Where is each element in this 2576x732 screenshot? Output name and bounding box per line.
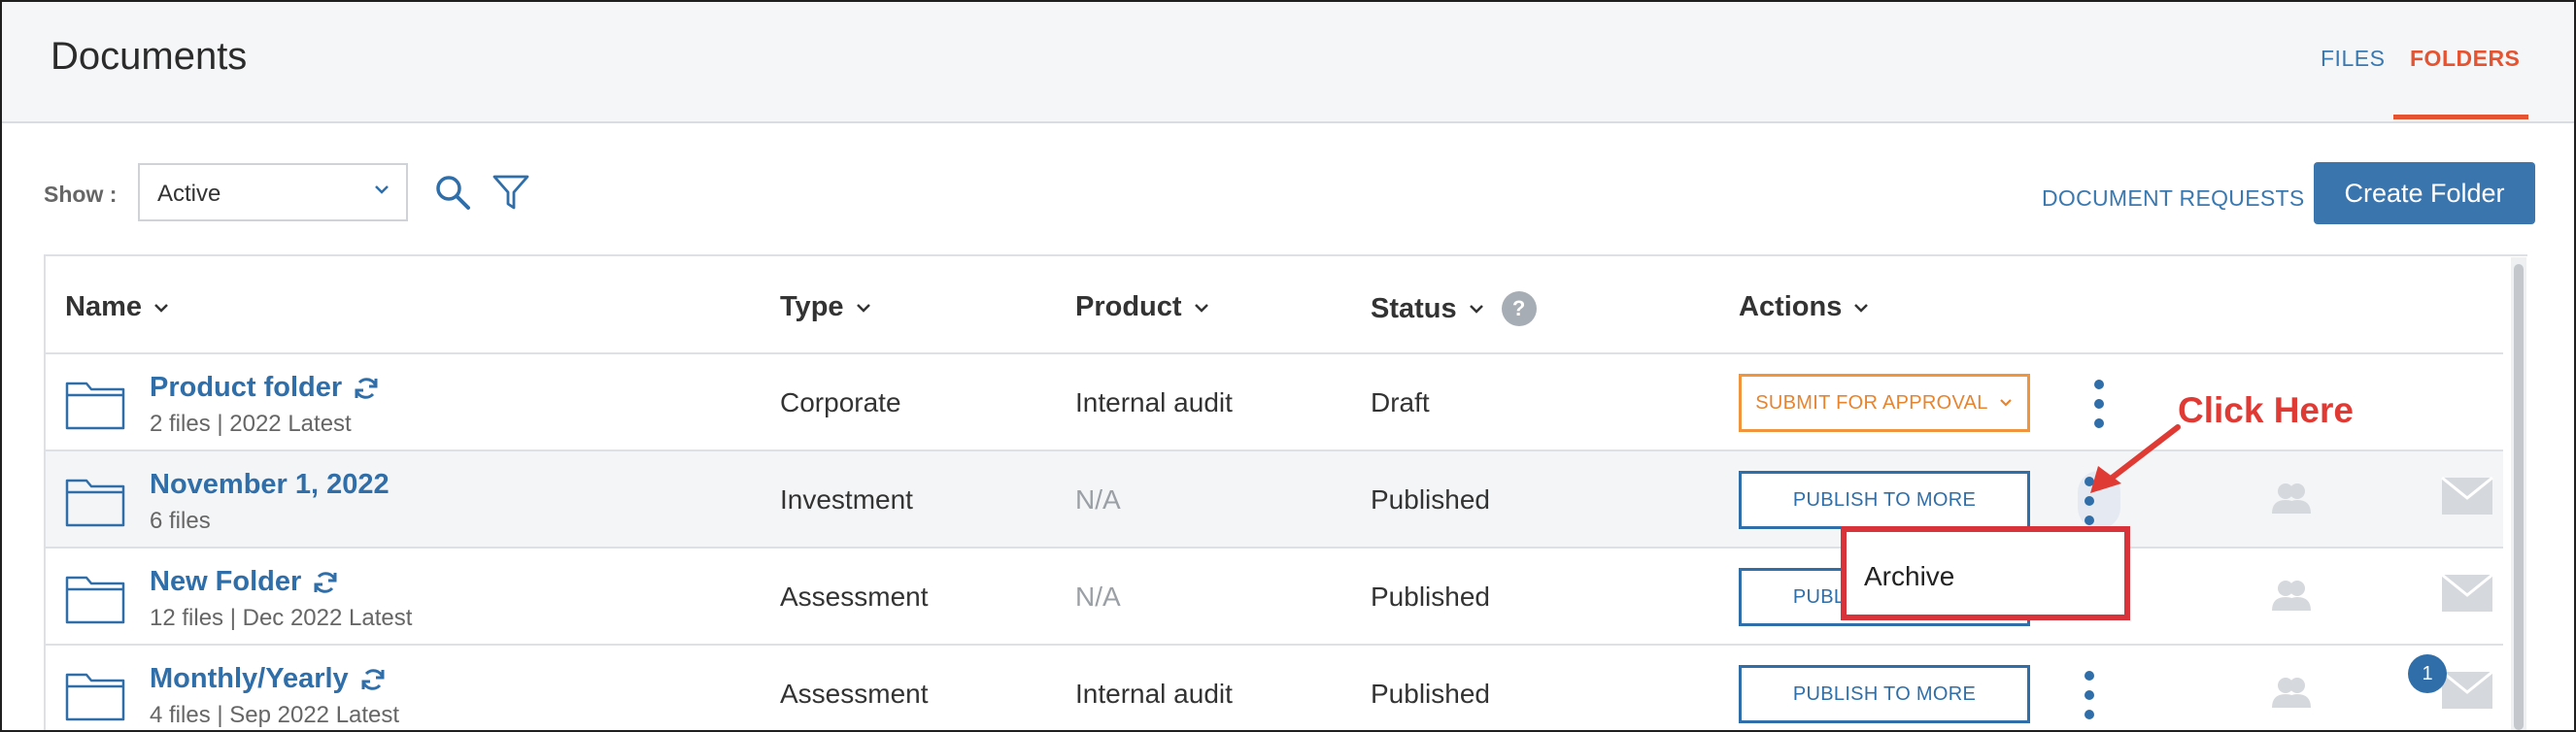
- chevron-down-icon: [1999, 399, 2012, 407]
- tab-files[interactable]: FILES: [2321, 46, 2385, 72]
- chevron-down-icon: [1194, 303, 1208, 313]
- folder-meta: 6 files: [150, 508, 211, 534]
- show-filter-value: Active: [157, 181, 221, 207]
- mail-icon[interactable]: [2441, 477, 2493, 516]
- menu-item-archive[interactable]: Archive: [1864, 561, 1954, 592]
- folder-name-link[interactable]: Monthly/Yearly: [150, 663, 349, 695]
- product-cell: Internal audit: [1075, 679, 1233, 709]
- type-cell: Corporate: [780, 387, 901, 417]
- create-folder-button[interactable]: Create Folder: [2314, 162, 2535, 224]
- status-cell: Published: [1371, 582, 1490, 612]
- users-icon[interactable]: [2270, 481, 2313, 516]
- sync-icon: [355, 377, 378, 399]
- notification-badge[interactable]: 1: [2408, 654, 2447, 693]
- show-filter-select[interactable]: Active: [138, 163, 408, 221]
- search-icon[interactable]: [431, 171, 474, 214]
- type-cell: Investment: [780, 484, 913, 515]
- folder-meta: 12 files | Dec 2022 Latest: [150, 605, 413, 631]
- mail-icon[interactable]: [2441, 671, 2493, 710]
- column-header-type[interactable]: Type: [780, 291, 873, 323]
- show-label: Show :: [44, 182, 118, 207]
- users-icon[interactable]: [2270, 675, 2313, 710]
- folder-icon: [65, 382, 125, 430]
- filter-icon[interactable]: [490, 171, 532, 214]
- more-actions-icon[interactable]: [2080, 671, 2099, 719]
- status-cell: Published: [1371, 679, 1490, 709]
- chevron-down-icon: [856, 303, 870, 313]
- users-icon[interactable]: [2270, 578, 2313, 613]
- column-header-actions[interactable]: Actions: [1739, 291, 1871, 323]
- annotation-label: Click Here: [2178, 390, 2354, 430]
- column-header-name[interactable]: Name: [65, 291, 171, 323]
- status-cell: Draft: [1371, 387, 1430, 417]
- tab-folders[interactable]: FOLDERS: [2410, 46, 2520, 72]
- scrollbar-thumb[interactable]: [2514, 264, 2524, 730]
- chevron-down-icon: [1854, 303, 1869, 313]
- folder-name-link[interactable]: Product folder: [150, 372, 342, 404]
- page-title: Documents: [51, 35, 248, 78]
- active-tab-indicator: [2393, 115, 2528, 119]
- folder-meta: 2 files | 2022 Latest: [150, 411, 352, 437]
- product-cell: N/A: [1075, 484, 1121, 515]
- publish-to-more-button[interactable]: PUBLISH TO MORE: [1739, 471, 2030, 529]
- annotation-arrow-icon: [2090, 424, 2181, 493]
- chevron-down-icon: [1469, 305, 1483, 314]
- app-frame: Documents FILES FOLDERS Show : Active DO…: [0, 0, 2576, 732]
- folder-icon: [65, 673, 125, 721]
- product-cell: N/A: [1075, 582, 1121, 612]
- chevron-down-icon: [375, 185, 389, 194]
- status-help-icon[interactable]: ?: [1501, 291, 1537, 326]
- submit-for-approval-button[interactable]: SUBMIT FOR APPROVAL: [1739, 374, 2030, 432]
- sync-icon: [314, 571, 337, 593]
- chevron-down-icon: [154, 303, 168, 313]
- type-cell: Assessment: [780, 679, 929, 709]
- document-requests-link[interactable]: DOCUMENT REQUESTS: [2042, 185, 2304, 212]
- folder-name-link[interactable]: November 1, 2022: [150, 469, 390, 501]
- column-header-status[interactable]: Status ?: [1371, 291, 1537, 326]
- type-cell: Assessment: [780, 582, 929, 612]
- folder-icon: [65, 576, 125, 624]
- folder-icon: [65, 479, 125, 527]
- status-cell: Published: [1371, 484, 1490, 515]
- sync-icon: [361, 668, 385, 690]
- publish-to-more-button[interactable]: PUBLISH TO MORE: [1739, 665, 2030, 723]
- page-header: Documents FILES FOLDERS: [2, 2, 2574, 123]
- product-cell: Internal audit: [1075, 387, 1233, 417]
- row-actions-menu: Archive: [1841, 526, 2130, 620]
- table-row: Monthly/Yearly 4 files | Sep 2022 Latest…: [46, 646, 2503, 730]
- folder-name-link[interactable]: New Folder: [150, 566, 301, 598]
- folder-meta: 4 files | Sep 2022 Latest: [150, 702, 400, 728]
- table-row: New Folder 12 files | Dec 2022 Latest As…: [46, 549, 2503, 646]
- column-header-product[interactable]: Product: [1075, 291, 1211, 323]
- mail-icon[interactable]: [2441, 574, 2493, 613]
